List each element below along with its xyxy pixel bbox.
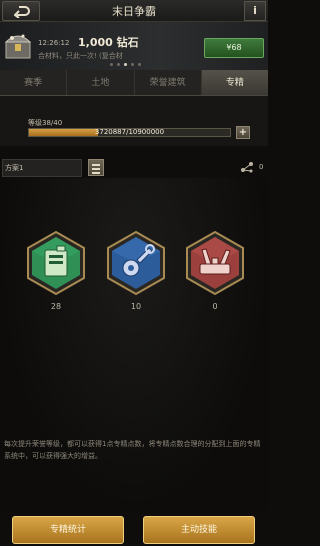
share-icon[interactable]	[240, 161, 254, 173]
carousel-dot[interactable]	[131, 63, 134, 66]
specialization-stats-button[interactable]: 专精统计	[12, 516, 124, 544]
purchase-button[interactable]: ¥68	[204, 38, 264, 58]
cannon-skill-count: 0	[212, 302, 218, 311]
fuel-skill-count: 28	[50, 302, 62, 311]
active-skills-button[interactable]: 主动技能	[143, 516, 255, 544]
promo-description: 合材料，只此一次! (复合材	[38, 52, 123, 60]
treasure-chest-icon	[4, 34, 32, 59]
page-title: 末日争霸	[112, 5, 156, 18]
tab-specialization[interactable]: 专精	[201, 70, 268, 95]
promo-banner[interactable]: 12:26:12 1,000 钻石 合材料，只此一次! (复合材 ¥68	[0, 22, 268, 70]
tab-season[interactable]: 赛季	[0, 70, 68, 95]
carousel-dot[interactable]	[110, 63, 113, 66]
tab-land[interactable]: 土地	[67, 70, 135, 95]
fuel-skill-badge[interactable]	[23, 230, 89, 296]
level-label: 等级38/40	[28, 119, 63, 127]
info-button[interactable]: i	[244, 1, 266, 21]
carousel-dots	[110, 63, 141, 66]
tab-honor-buildings[interactable]: 荣誉建筑	[135, 70, 202, 95]
top-bar: 末日争霸 i	[0, 0, 268, 22]
promo-timer: 12:26:12	[38, 39, 70, 47]
promo-amount: 1,000 钻石	[78, 36, 139, 49]
repair-skill-count: 10	[130, 302, 142, 311]
level-progress-text: 3720887/10900000	[94, 128, 165, 136]
carousel-dot[interactable]	[124, 63, 127, 66]
menu-line	[92, 164, 100, 166]
carousel-dot[interactable]	[117, 63, 120, 66]
tab-bar: 赛季 土地 荣誉建筑 专精	[0, 70, 268, 96]
level-progress-bar: 3720887/10900000	[28, 128, 231, 137]
cannon-skill-badge[interactable]	[182, 230, 248, 296]
plan-menu-button[interactable]	[88, 159, 104, 176]
menu-line	[92, 172, 100, 174]
repair-skill-badge[interactable]	[103, 230, 169, 296]
share-count: 0	[259, 163, 264, 171]
fuel-canister-icon	[44, 245, 68, 277]
specialization-description: 每次提升荣誉等级，都可以获得1点专精点数，将专精点数合理的分配到上面的专精系统中…	[4, 440, 261, 460]
plan-selector[interactable]: 方案1	[2, 159, 82, 177]
add-level-button[interactable]: +	[236, 126, 250, 139]
carousel-dot[interactable]	[138, 63, 141, 66]
menu-line	[92, 168, 100, 170]
bottom-button-bar: 专精统计 主动技能	[0, 514, 268, 546]
plan-row: 方案1 0	[0, 158, 268, 178]
